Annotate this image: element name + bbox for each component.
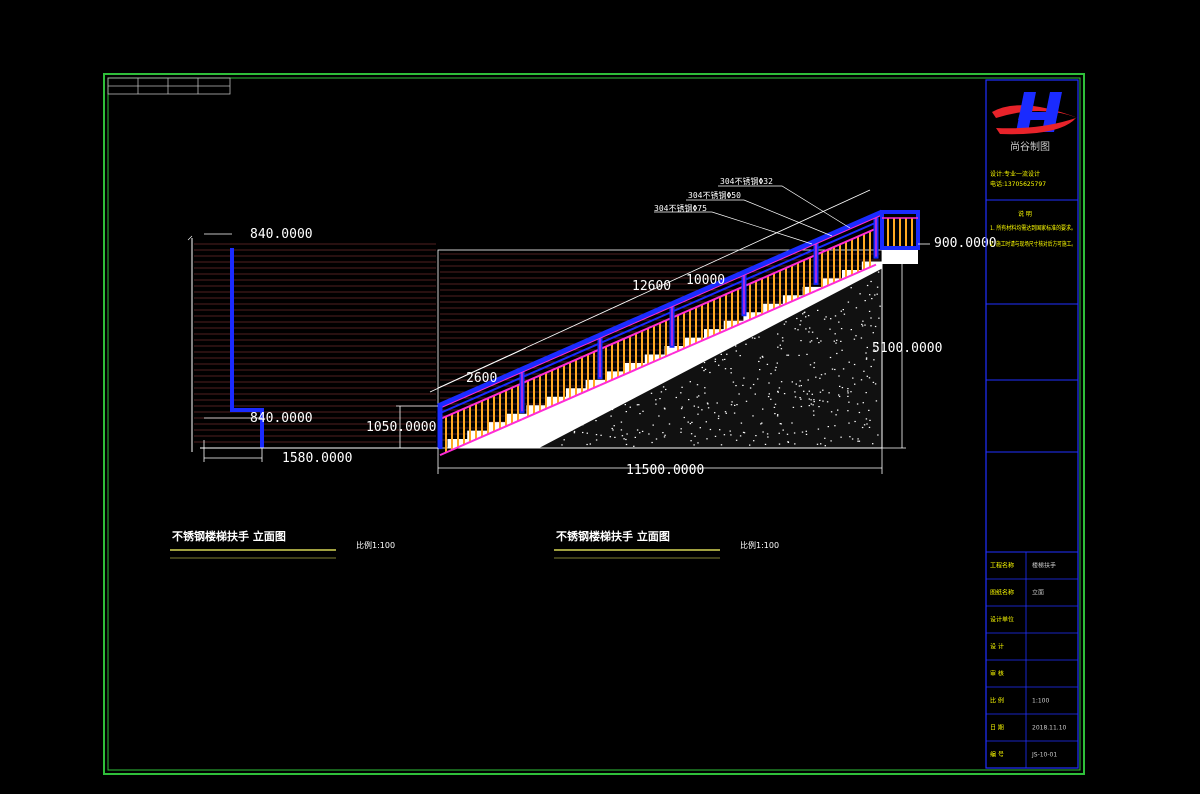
- leader-label-1: 304不锈钢Φ32: [720, 176, 773, 186]
- dim-left-bottom: 840.0000: [250, 411, 313, 426]
- titleblock-row-value: 立面: [1032, 589, 1044, 597]
- leader-label-2: 304不锈钢Φ50: [688, 190, 741, 200]
- leaders: [654, 185, 851, 245]
- titleblock-row-label: 设 计: [990, 643, 1004, 651]
- dim-1050: 1050.0000: [366, 420, 436, 435]
- titleblock-row-value: 1:100: [1032, 698, 1049, 705]
- front-view-scale: 比例1:100: [740, 540, 779, 550]
- corner-stub: [107, 77, 231, 95]
- titleblock-row-label: 图纸名称: [990, 589, 1014, 597]
- titleblock-row-label: 工程名称: [990, 562, 1014, 570]
- notes-heading: 说 明: [1018, 210, 1032, 218]
- titleblock-row-value: 楼梯扶手: [1032, 562, 1056, 570]
- title-block: 尚谷制图 设计:专业一流设计 电话:13705625797 说 明 1. 所有材…: [985, 79, 1079, 769]
- dim-10000: 10000: [686, 273, 725, 288]
- note-2: 2. 施工时请与现场尺寸核对后方可施工。: [990, 240, 1076, 248]
- titleblock-row-label: 日 期: [990, 724, 1004, 732]
- dim-left-width: 1580.0000: [282, 451, 352, 466]
- titleblock-row-label: 编 号: [990, 751, 1004, 759]
- dim-900: 900.0000: [934, 236, 997, 251]
- company-logo: [992, 92, 1078, 135]
- company-name: 尚谷制图: [1010, 140, 1050, 153]
- side-view-scale: 比例1:100: [356, 540, 395, 550]
- titleblock-row-value: JS-10-01: [1031, 752, 1057, 759]
- titleblock-row-label: 设计单位: [990, 616, 1014, 624]
- dim-left-top: 840.0000: [250, 227, 313, 242]
- dim-12600: 12600: [632, 279, 671, 294]
- contact-line-1: 设计:专业一流设计: [990, 170, 1040, 178]
- dim-total: 11500.0000: [626, 463, 704, 478]
- captions: 不锈钢楼梯扶手 立面图 比例1:100 不锈钢楼梯扶手 立面图 比例1:100: [170, 529, 779, 559]
- dim-2600: 2600: [466, 371, 497, 386]
- dim-5100: 5100.0000: [872, 341, 942, 356]
- titleblock-row-label: 审 核: [990, 670, 1004, 678]
- side-view-title: 不锈钢楼梯扶手 立面图: [172, 529, 286, 543]
- contact-line-2: 电话:13705625797: [990, 180, 1046, 188]
- titleblock-row-label: 比 例: [990, 697, 1004, 705]
- stair-elevation: 2600 12600 10000 304不锈钢Φ32 304不锈钢Φ50 304…: [366, 176, 997, 478]
- note-1: 1. 所有材料均需达到国家标准的要求。: [990, 224, 1076, 232]
- titleblock-row-value: 2018.11.10: [1032, 725, 1067, 732]
- leader-label-3: 304不锈钢Φ75: [654, 203, 707, 213]
- front-view-title: 不锈钢楼梯扶手 立面图: [556, 529, 670, 543]
- cad-drawing: 840.0000 840.0000 1580.0000 2600 12600 1…: [103, 73, 1085, 775]
